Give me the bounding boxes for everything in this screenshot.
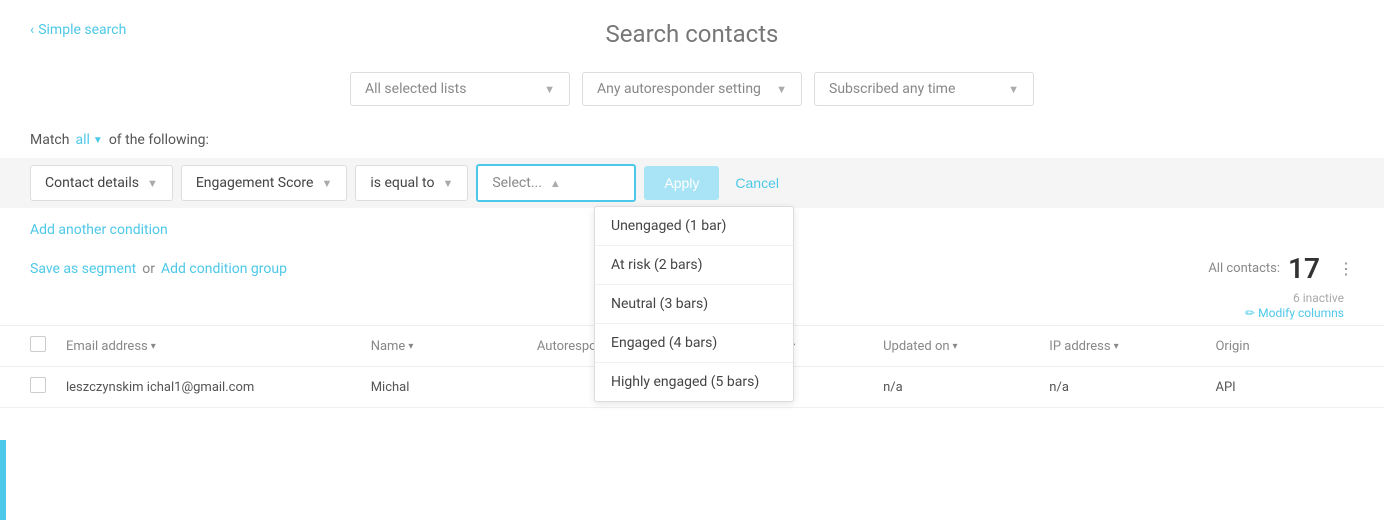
dropdown-item-at-risk[interactable]: At risk (2 bars): [595, 246, 793, 285]
subscribed-select[interactable]: Subscribed any time ▼: [814, 72, 1034, 106]
row-name: Michal: [371, 380, 537, 395]
dropdown-item-unengaged[interactable]: Unengaged (1 bar): [595, 207, 793, 246]
header-origin-label: Origin: [1215, 339, 1249, 354]
email-value: leszczynskim ichal1@gmail.com: [66, 380, 254, 395]
subscribed-select-value: Subscribed any time: [829, 81, 955, 97]
autoresponder-select-value: Any autoresponder setting: [597, 81, 761, 97]
operator-chevron-icon: ▼: [442, 177, 453, 190]
select-all-checkbox[interactable]: [30, 336, 46, 352]
summary-area: All contacts: 17 ⋮: [1208, 252, 1354, 285]
field2-value: Engagement Score: [196, 175, 314, 191]
page-header: Search contacts: [0, 0, 1384, 58]
modify-columns-label: Modify columns: [1258, 306, 1344, 320]
value-placeholder: Select...: [492, 175, 542, 191]
filter-bar: All selected lists ▼ Any autoresponder s…: [0, 58, 1384, 116]
operator-select[interactable]: is equal to ▼: [355, 165, 468, 201]
match-suffix: of the following:: [109, 132, 209, 148]
row-ip: n/a: [1049, 380, 1215, 395]
field2-select[interactable]: Engagement Score ▼: [181, 165, 348, 201]
page-title: Search contacts: [0, 20, 1384, 48]
left-accent-bar: [0, 440, 6, 520]
value-chevron-icon: ▲: [550, 177, 561, 190]
header-name-label: Name: [371, 339, 406, 354]
chevron-left-icon: ‹: [30, 22, 34, 38]
subscribed-select-chevron-icon: ▼: [1008, 83, 1019, 96]
autoresponder-select-chevron-icon: ▼: [776, 83, 787, 96]
header-ip-label: IP address: [1049, 339, 1110, 354]
header-updated-label: Updated on: [883, 339, 949, 354]
ip-value: n/a: [1049, 380, 1069, 395]
header-email[interactable]: Email address ▾: [66, 339, 371, 354]
updated-sort-icon: ▾: [953, 341, 958, 352]
email-sort-icon: ▾: [151, 341, 156, 352]
edit-icon: ✏: [1245, 306, 1255, 320]
apply-button[interactable]: Apply: [644, 166, 719, 200]
add-group-link[interactable]: Add condition group: [161, 261, 287, 277]
field1-value: Contact details: [45, 175, 139, 191]
updated-value: n/a: [883, 380, 903, 395]
field2-chevron-icon: ▼: [321, 177, 332, 190]
match-chevron-icon: ▼: [93, 135, 103, 146]
match-row: Match all ▼ of the following:: [0, 116, 1384, 158]
header-origin[interactable]: Origin: [1215, 339, 1354, 354]
row-select-checkbox[interactable]: [30, 377, 46, 393]
field1-chevron-icon: ▼: [147, 177, 158, 190]
dropdown-item-engaged[interactable]: Engaged (4 bars): [595, 324, 793, 363]
back-link-label: Simple search: [38, 22, 126, 38]
field1-select[interactable]: Contact details ▼: [30, 165, 173, 201]
modify-columns-link[interactable]: ✏ Modify columns: [1245, 306, 1344, 320]
links-separator: or: [142, 261, 155, 277]
add-condition-link[interactable]: Add another condition: [30, 222, 168, 238]
origin-value: API: [1215, 380, 1235, 395]
match-value-link[interactable]: all ▼: [75, 132, 102, 148]
value-select[interactable]: Select... ▲: [476, 164, 636, 202]
list-select[interactable]: All selected lists ▼: [350, 72, 570, 106]
dropdown-item-neutral[interactable]: Neutral (3 bars): [595, 285, 793, 324]
autoresponder-select[interactable]: Any autoresponder setting ▼: [582, 72, 802, 106]
list-select-chevron-icon: ▼: [544, 83, 555, 96]
save-segment-link[interactable]: Save as segment: [30, 261, 136, 277]
header-updated[interactable]: Updated on ▾: [883, 339, 1049, 354]
ip-sort-icon: ▾: [1114, 341, 1119, 352]
more-options-icon[interactable]: ⋮: [1338, 259, 1354, 278]
row-email: leszczynskim ichal1@gmail.com: [66, 380, 371, 395]
dropdown-item-highly-engaged[interactable]: Highly engaged (5 bars): [595, 363, 793, 401]
operator-value: is equal to: [370, 175, 434, 191]
page-container: ‹ Simple search Search contacts All sele…: [0, 0, 1384, 522]
list-select-value: All selected lists: [365, 81, 466, 97]
row-checkbox[interactable]: [30, 377, 66, 397]
header-ip[interactable]: IP address ▾: [1049, 339, 1215, 354]
contacts-count: 17: [1288, 252, 1320, 285]
value-dropdown: Unengaged (1 bar) At risk (2 bars) Neutr…: [594, 206, 794, 402]
cancel-button[interactable]: Cancel: [727, 166, 787, 200]
condition-row: Contact details ▼ Engagement Score ▼ is …: [0, 158, 1384, 208]
back-link[interactable]: ‹ Simple search: [30, 22, 126, 38]
name-value: Michal: [371, 380, 410, 395]
match-value: all: [75, 132, 89, 148]
match-prefix: Match: [30, 132, 69, 148]
header-checkbox[interactable]: [30, 336, 66, 356]
all-contacts-label: All contacts:: [1208, 261, 1280, 276]
row-origin: API: [1215, 380, 1354, 395]
row-updated: n/a: [883, 380, 1049, 395]
name-sort-icon: ▾: [408, 341, 413, 352]
header-email-label: Email address: [66, 339, 148, 354]
header-name[interactable]: Name ▾: [371, 339, 537, 354]
